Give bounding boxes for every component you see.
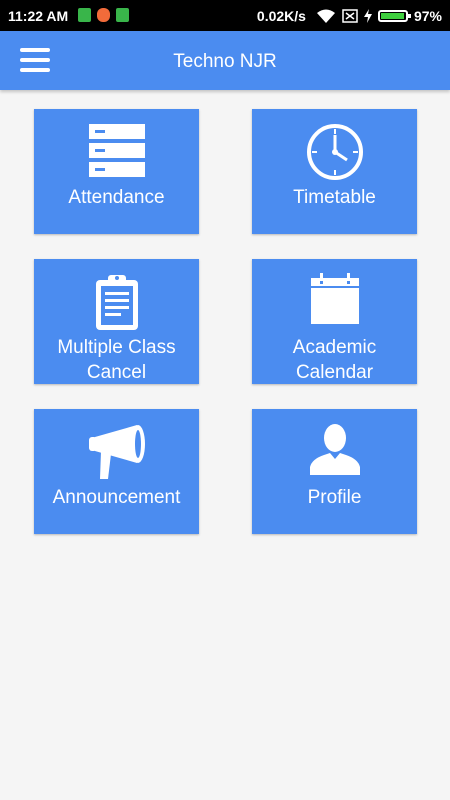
notification-green-app-icon <box>116 8 129 22</box>
net-speed: 0.02K/s <box>256 8 306 24</box>
charging-icon <box>363 9 372 23</box>
notification-orange-icon <box>97 8 110 22</box>
status-time: 11:22 AM <box>8 8 69 24</box>
timetable-tile[interactable]: Timetable <box>252 109 417 234</box>
no-sim-icon <box>342 9 358 23</box>
notification-green-icon <box>78 8 91 22</box>
clipboard-icon <box>95 275 138 330</box>
tile-label: Announcement <box>52 487 181 508</box>
profile-tile[interactable]: Profile <box>252 409 417 534</box>
page-title: Techno NJR <box>173 51 277 72</box>
tile-label: Multiple Class <box>57 337 176 358</box>
tile-label: Academic <box>292 337 377 358</box>
tile-label-line2: Calendar <box>295 362 374 383</box>
tile-label-line2: Cancel <box>86 362 147 383</box>
multiple-class-cancel-tile[interactable]: Multiple Class Cancel <box>34 259 199 384</box>
calendar-icon <box>310 273 359 324</box>
clock-icon <box>306 124 363 180</box>
tile-label: Profile <box>307 487 362 508</box>
tile-label: Timetable <box>293 187 376 208</box>
academic-calendar-tile[interactable]: Academic Calendar <box>252 259 417 384</box>
battery-icon <box>377 10 411 22</box>
battery-percent: 97% <box>413 8 442 24</box>
status-right: 0.02K/s 97% <box>257 8 442 24</box>
wifi-icon <box>316 9 335 23</box>
battery-fill <box>380 13 404 19</box>
tile-label: Attendance <box>68 187 165 208</box>
app-bar: Techno NJR <box>0 31 450 90</box>
status-bar: 11:22 AM 0.02K/s 97% <box>0 0 450 31</box>
attendance-tile[interactable]: Attendance <box>34 109 199 234</box>
user-icon <box>309 424 360 475</box>
server-stack-icon <box>88 124 145 177</box>
megaphone-icon <box>88 425 145 479</box>
announcement-tile[interactable]: Announcement <box>34 409 199 534</box>
